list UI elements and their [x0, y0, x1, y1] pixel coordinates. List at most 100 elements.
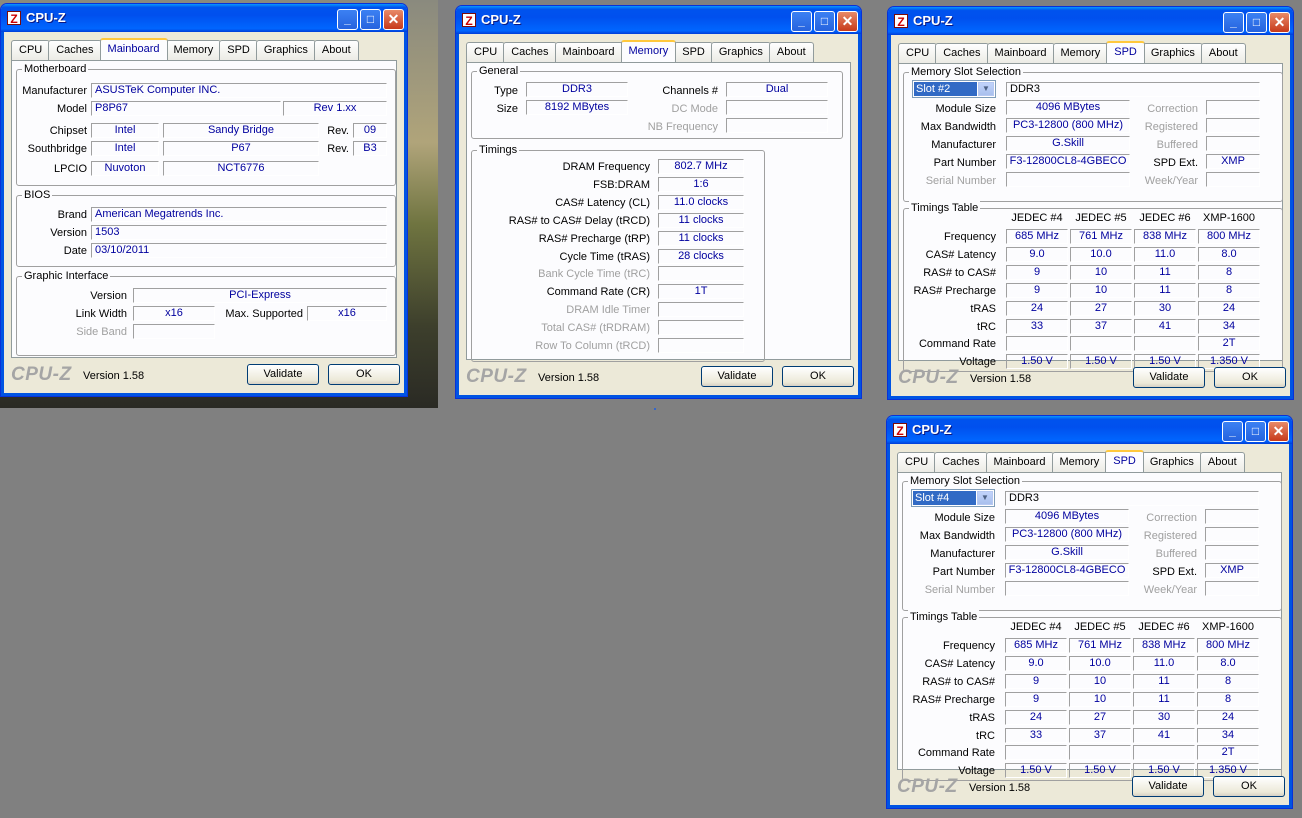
ok-button[interactable]: OK: [1213, 776, 1285, 797]
spd-ext-label: SPD Ext.: [1153, 157, 1198, 169]
southbridge-label: Southbridge: [27, 143, 87, 155]
correction-value: [1205, 509, 1259, 524]
timing-value: 802.7 MHz: [658, 159, 744, 174]
close-button[interactable]: ✕: [383, 9, 404, 30]
timings-row-label: tRAS: [970, 302, 996, 315]
part-number-value: F3-12800CL8-4GBECO: [1006, 154, 1130, 169]
week-year-value: [1205, 581, 1259, 596]
validate-button[interactable]: Validate: [1133, 367, 1205, 388]
tab-graphics[interactable]: Graphics: [1141, 452, 1202, 472]
timings-cell: 10: [1070, 282, 1132, 298]
window-content: CPU Caches Mainboard Memory SPD Graphics About…: [891, 444, 1288, 804]
timings-cell: 8: [1197, 691, 1259, 707]
tab-spd[interactable]: SPD: [219, 40, 258, 60]
maximize-button[interactable]: □: [814, 11, 835, 32]
tab-spd[interactable]: SPD: [1106, 41, 1145, 63]
tab-cpu[interactable]: CPU: [466, 42, 506, 62]
validate-button[interactable]: Validate: [1132, 776, 1204, 797]
week-year-value: [1206, 172, 1260, 187]
link-width-value: x16: [133, 306, 215, 321]
tab-memory[interactable]: Memory: [620, 40, 677, 62]
maximize-button[interactable]: □: [360, 9, 381, 30]
validate-button[interactable]: Validate: [701, 366, 773, 387]
tab-spd[interactable]: SPD: [674, 42, 713, 62]
close-button[interactable]: ✕: [837, 11, 858, 32]
minimize-button[interactable]: _: [337, 9, 358, 30]
minimize-button[interactable]: _: [1222, 421, 1243, 442]
max-bandwidth-label: Max Bandwidth: [920, 121, 996, 133]
chevron-down-icon[interactable]: ▼: [977, 491, 993, 505]
cpuz-app-icon: Z: [894, 14, 908, 29]
title-bar[interactable]: Z CPU-Z _ □ ✕: [1, 4, 407, 32]
tab-memory[interactable]: Memory: [1052, 43, 1109, 63]
ok-button[interactable]: OK: [782, 366, 854, 387]
tab-about[interactable]: About: [313, 40, 359, 60]
tab-caches[interactable]: Caches: [934, 452, 988, 472]
timings-table-group: Timings Table JEDEC #4 JEDEC #5 JEDEC #6 XM…: [903, 201, 1283, 372]
slot-select[interactable]: Slot #4 ▼: [911, 489, 995, 507]
side-band-label: Side Band: [76, 326, 127, 338]
chevron-down-icon[interactable]: ▼: [978, 82, 994, 96]
window-title: CPU-Z: [26, 10, 66, 25]
timings-cell: 685 MHz: [1006, 229, 1068, 244]
timings-cell: 27: [1069, 709, 1131, 725]
lpcio-label: LPCIO: [53, 163, 87, 175]
timings-cell: 37: [1069, 727, 1131, 743]
timings-cell: 10: [1070, 264, 1132, 280]
manufacturer-label: Manufacturer: [22, 85, 87, 97]
tab-about[interactable]: About: [768, 42, 814, 62]
tab-memory[interactable]: Memory: [165, 40, 222, 60]
ok-button[interactable]: OK: [328, 364, 400, 385]
tab-memory[interactable]: Memory: [1051, 452, 1108, 472]
tab-cpu[interactable]: CPU: [11, 40, 51, 60]
close-button[interactable]: ✕: [1268, 421, 1289, 442]
memory-panel: General Type DDR3 Size 8192 MBytes Chann…: [466, 62, 851, 362]
version-label: Version 1.58: [538, 372, 600, 384]
title-bar[interactable]: Z CPU-Z _ □ ✕: [888, 7, 1293, 35]
timings-row-label: tRC: [977, 320, 996, 333]
group-title: Timings Table: [908, 610, 980, 624]
tab-about[interactable]: About: [1200, 43, 1246, 63]
tab-spd[interactable]: SPD: [1105, 450, 1144, 472]
ok-button[interactable]: OK: [1214, 367, 1286, 388]
title-bar[interactable]: Z CPU-Z _ □ ✕: [456, 6, 861, 34]
title-bar[interactable]: Z CPU-Z _ □ ✕: [887, 416, 1292, 444]
memory-type-value: DDR3: [1005, 491, 1259, 506]
minimize-button[interactable]: _: [1223, 12, 1244, 33]
validate-button[interactable]: Validate: [247, 364, 319, 385]
maximize-button[interactable]: □: [1245, 421, 1266, 442]
spd-ext-value: XMP: [1205, 563, 1259, 578]
minimize-button[interactable]: _: [791, 11, 812, 32]
part-number-label: Part Number: [932, 566, 995, 578]
spd-manufacturer-label: Manufacturer: [930, 548, 995, 560]
timings-cell: 30: [1133, 709, 1195, 725]
tab-graphics[interactable]: Graphics: [255, 40, 316, 60]
tab-graphics[interactable]: Graphics: [1142, 43, 1203, 63]
maximize-button[interactable]: □: [1246, 12, 1267, 33]
tab-caches[interactable]: Caches: [935, 43, 989, 63]
version-label: Version 1.58: [970, 373, 1032, 385]
tab-mainboard[interactable]: Mainboard: [554, 42, 623, 62]
spd-manufacturer-value: G.Skill: [1006, 136, 1130, 151]
window-title: CPU-Z: [481, 12, 521, 27]
window-footer: CPU-Z Version 1.58 Validate OK: [891, 770, 1288, 804]
tab-caches[interactable]: Caches: [503, 42, 557, 62]
nb-frequency-value: [726, 118, 828, 133]
bios-brand-value: American Megatrends Inc.: [91, 207, 387, 222]
slot-select[interactable]: Slot #2 ▼: [912, 80, 996, 98]
part-number-value: F3-12800CL8-4GBECO: [1005, 563, 1129, 578]
tab-caches[interactable]: Caches: [48, 40, 102, 60]
tab-graphics[interactable]: Graphics: [710, 42, 771, 62]
close-button[interactable]: ✕: [1269, 12, 1290, 33]
timings-column-header: JEDEC #6: [1139, 212, 1191, 224]
tab-mainboard[interactable]: Mainboard: [986, 43, 1055, 63]
tab-strip: CPU Caches Mainboard Memory SPD Graphics About: [11, 38, 359, 60]
tab-about[interactable]: About: [1199, 452, 1245, 472]
timings-column-header: JEDEC #4: [1010, 621, 1062, 633]
tab-cpu[interactable]: CPU: [898, 43, 938, 63]
tab-cpu[interactable]: CPU: [897, 452, 937, 472]
tab-mainboard[interactable]: Mainboard: [99, 38, 168, 60]
serial-number-value: [1006, 172, 1130, 187]
timings-cell: 761 MHz: [1069, 638, 1131, 653]
tab-mainboard[interactable]: Mainboard: [985, 452, 1054, 472]
